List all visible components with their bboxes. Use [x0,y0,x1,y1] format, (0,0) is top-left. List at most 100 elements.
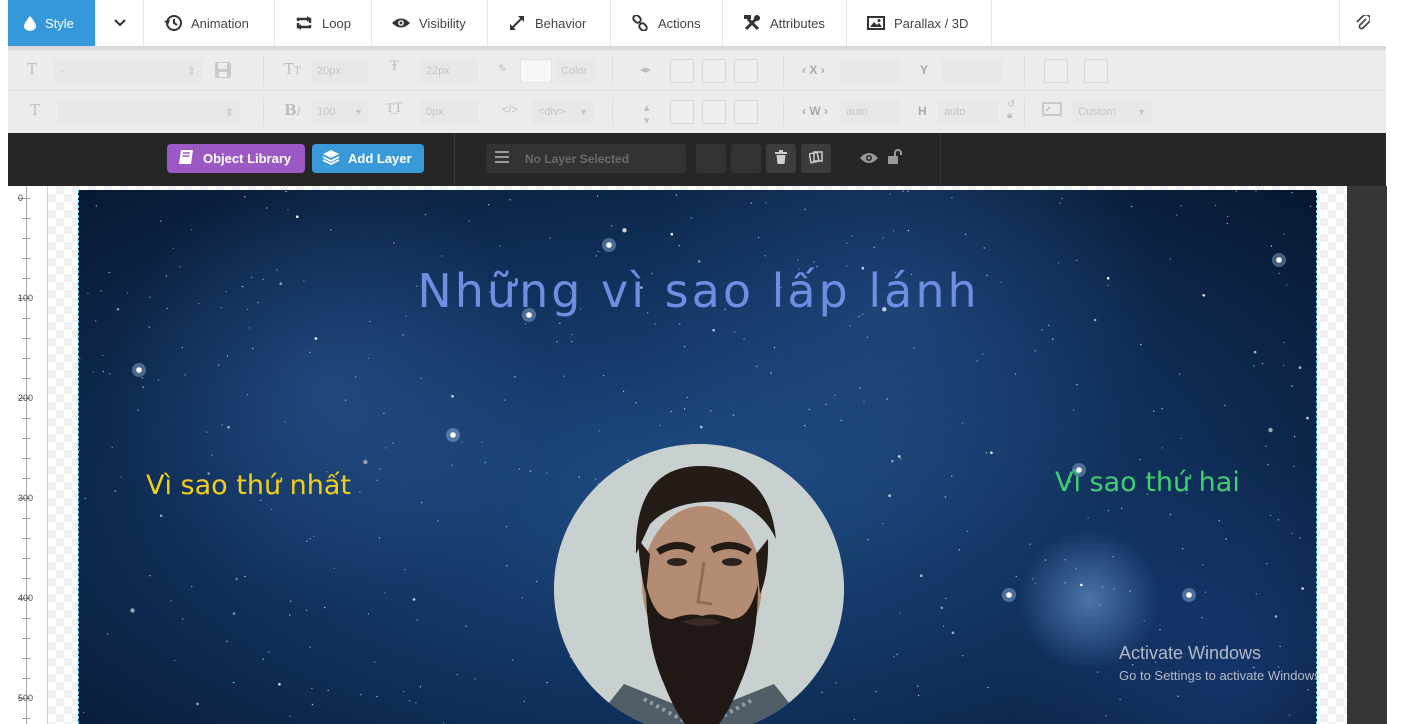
width-value: auto [846,106,868,118]
slide-title-layer[interactable]: Những vì sao lấp lánh [79,264,1316,318]
star [825,403,827,406]
star [419,686,422,688]
tab-parallax-3d[interactable]: Parallax / 3D [847,0,992,46]
y-position-input[interactable] [942,59,1002,83]
star [367,357,370,360]
unlock-icon[interactable] [887,149,903,168]
star [190,229,192,231]
object-library-button[interactable]: Object Library [167,144,305,173]
link-icon [631,14,649,32]
text-transform-button[interactable] [1044,59,1068,83]
star [1112,556,1114,558]
expand-arrows-icon [508,14,526,32]
star [313,535,315,538]
ruler-tick [22,278,30,279]
star [333,567,335,570]
star [598,430,600,432]
star [412,598,416,601]
star [945,597,947,600]
color-input[interactable]: Color [555,59,595,83]
star [944,496,946,498]
letter-spacing-value: 0px [426,106,444,118]
h-label: H [918,104,927,118]
star [311,687,313,690]
align-bottom-button[interactable] [734,100,758,124]
ruler-tick [22,638,30,639]
ruler-tick [22,458,30,459]
layer-option-button-1[interactable] [696,144,726,173]
star [983,247,985,249]
star [1076,259,1078,262]
tab-animation[interactable]: Animation [144,0,275,46]
star [813,261,815,263]
visibility-toggle-icon[interactable] [860,152,878,167]
star [137,409,139,411]
align-center-button[interactable] [702,59,726,83]
font-style-icon: T [30,101,41,119]
star [1161,447,1164,449]
left-caption-layer[interactable]: Vì sao thứ nhất [146,470,351,501]
tools-icon [743,14,761,32]
star [109,373,111,375]
star [1031,578,1034,580]
star [148,326,150,328]
tab-label: Behavior [535,15,587,31]
star [232,612,236,615]
tag-select[interactable]: <div> ▼ [532,100,594,124]
width-input[interactable]: auto [840,100,900,124]
paperclip-button[interactable] [1339,0,1386,46]
add-layer-button[interactable]: Add Layer [312,144,424,173]
tab-actions[interactable]: Actions [611,0,723,46]
letter-spacing-icon: T͟T [386,101,403,116]
duplicate-layer-button[interactable] [801,144,831,173]
align-left-button[interactable] [670,59,694,83]
delete-layer-button[interactable] [766,144,796,173]
ruler-tick [22,658,30,659]
color-swatch[interactable] [520,59,552,83]
right-caption-layer[interactable]: Vì sao thứ hai [1055,467,1240,498]
star [570,340,573,343]
font-family-select[interactable]: - ⇕ [54,59,202,83]
tab-loop[interactable]: Loop [275,0,372,46]
star [235,577,238,581]
x-position-input[interactable] [840,59,900,83]
lock-ratio-icon[interactable]: ↺ 🔒︎ [1007,99,1015,121]
font-style-select[interactable]: ⇕ [58,100,240,124]
style-dropdown-toggle[interactable] [96,0,144,46]
line-height-icon: Ŧ [390,59,399,74]
layer-option-button-2[interactable] [731,144,761,173]
align-middle-button[interactable] [702,100,726,124]
height-input[interactable]: auto [938,100,998,124]
letter-spacing-input[interactable]: 0px [420,100,478,124]
align-top-button[interactable] [670,100,694,124]
vertical-align-icon: ▴ ▾ [644,102,650,127]
star [1093,318,1097,322]
tab-style[interactable]: Style [8,0,96,46]
star [424,214,427,216]
star [961,422,964,424]
star [821,691,823,693]
save-font-icon[interactable] [214,61,232,82]
overflow-button[interactable] [1084,59,1108,83]
star [95,320,97,322]
eye-icon [392,14,410,32]
layer-list-button[interactable] [486,144,518,173]
size-preset-select[interactable]: Custom ▼ [1072,100,1152,124]
star [1301,587,1304,590]
tab-behavior[interactable]: Behavior [488,0,611,46]
font-size-input[interactable]: 20px [311,59,369,83]
tab-visibility[interactable]: Visibility [372,0,488,46]
star [902,190,904,193]
star [891,459,894,463]
font-weight-select[interactable]: 100 ▼ [311,100,369,124]
line-height-input[interactable]: 22px [420,59,478,83]
portrait-image-layer[interactable] [554,444,844,724]
layer-select[interactable]: No Layer Selected [518,144,686,173]
star [102,354,104,357]
star [84,497,86,500]
star [499,245,501,247]
star [797,259,799,261]
star [376,479,378,481]
tab-attributes[interactable]: Attributes [723,0,847,46]
align-right-button[interactable] [734,59,758,83]
